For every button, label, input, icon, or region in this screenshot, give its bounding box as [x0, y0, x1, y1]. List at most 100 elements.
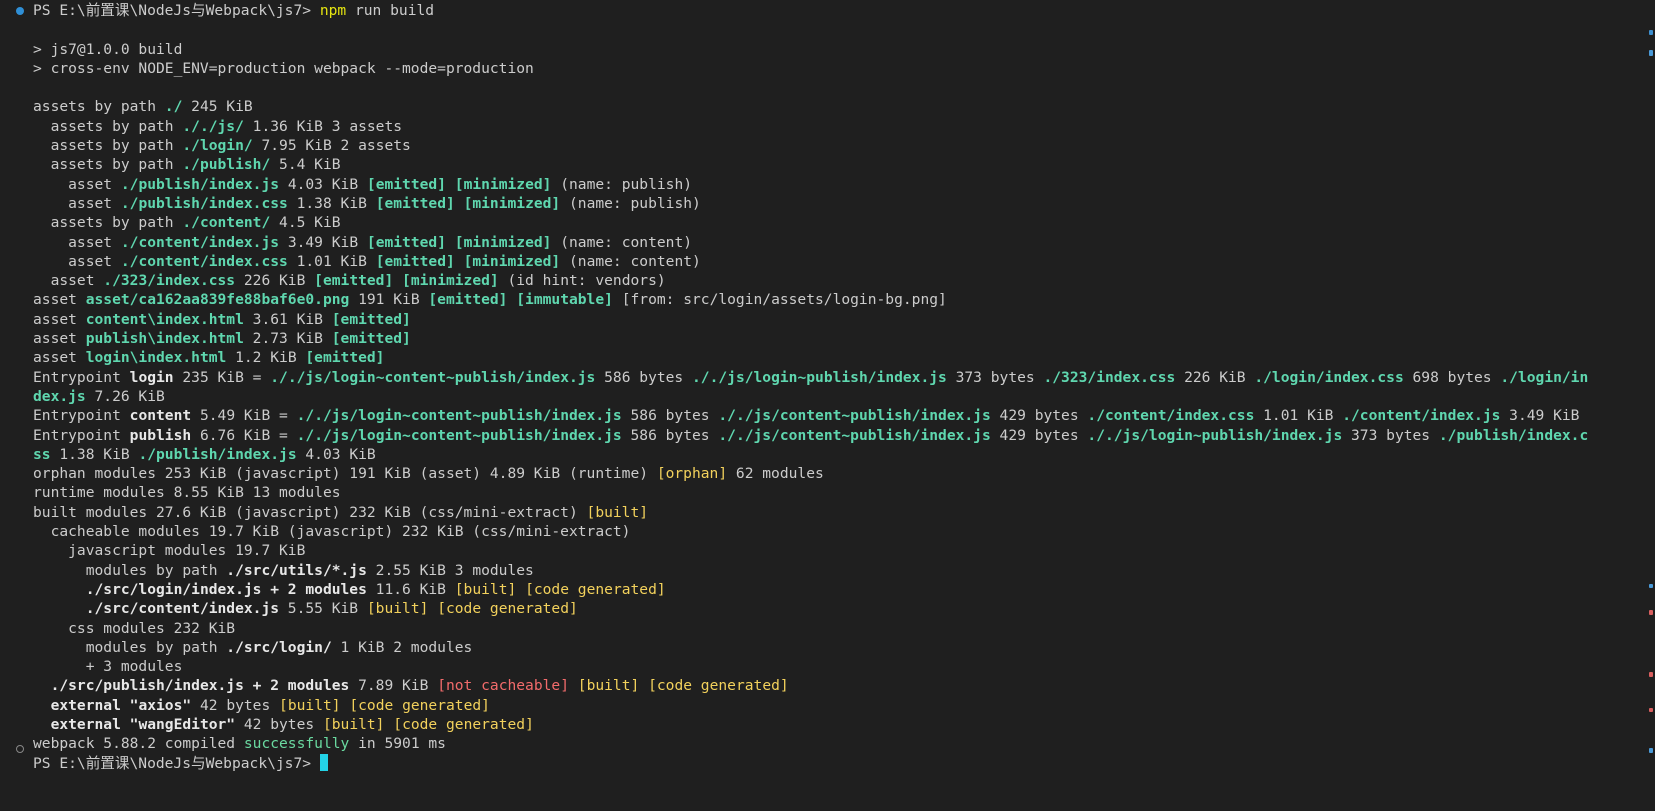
path-text: ./ — [1087, 426, 1105, 444]
path-text: [immutable] — [516, 291, 613, 309]
output-text: 6.76 KiB = — [191, 426, 297, 444]
output-text: modules by path — [33, 638, 227, 656]
terminal-line: assets by path ././js/ 1.36 KiB 3 assets — [33, 117, 1615, 136]
terminal-cursor[interactable] — [319, 753, 328, 771]
path-text: [emitted] — [305, 349, 385, 367]
module-name: ./src/content/index.js — [85, 600, 280, 618]
output-text: > js7@1.0.0 build — [33, 40, 183, 58]
output-text: 235 KiB = — [173, 368, 271, 386]
output-text: 1.01 KiB — [287, 252, 376, 270]
output-text: 62 modules — [727, 465, 824, 483]
terminal-line: built modules 27.6 KiB (javascript) 232 … — [33, 503, 1615, 522]
output-text: 42 bytes — [191, 696, 280, 714]
path-text: [emitted] — [428, 291, 508, 309]
output-text: 4.5 KiB — [270, 214, 341, 232]
terminal-line: PS E:\前置课\NodeJs与Webpack\js7> npm run bu… — [33, 1, 1615, 20]
path-text: ./js/content~publish/index.js — [735, 407, 991, 425]
terminal-line: asset publish\index.html 2.73 KiB [emitt… — [33, 329, 1615, 348]
output-text: 698 bytes — [1403, 368, 1501, 386]
path-text: ./js/login~publish/index.js — [1105, 426, 1343, 444]
terminal-line: dex.js 7.26 KiB — [33, 387, 1615, 406]
output-text: run build — [346, 2, 435, 19]
path-text: [emitted] — [331, 310, 411, 328]
output-text: 5.4 KiB — [270, 156, 341, 174]
path-text: ./content/index.css — [1087, 407, 1255, 425]
output-text: cacheable modules 19.7 KiB (javascript) … — [33, 523, 631, 541]
path-text: ./323/index.css — [1043, 368, 1176, 386]
path-text: ./content/index.js — [1342, 407, 1501, 425]
module-name: ./src/login/ — [226, 638, 332, 656]
output-text: 2.55 KiB 3 modules — [366, 561, 534, 579]
path-text: ./ — [692, 368, 710, 386]
status-tag: [built] — [454, 580, 517, 598]
terminal-line: Entrypoint publish 6.76 KiB = ././js/log… — [33, 426, 1615, 445]
path-text: [emitted] — [375, 194, 455, 212]
output-text: PS E:\前置课\NodeJs与Webpack\js7> — [33, 754, 320, 772]
terminal-line: > cross-env NODE_ENV=production webpack … — [33, 59, 1615, 78]
terminal-line: ./src/content/index.js 5.55 KiB [built] … — [33, 599, 1615, 618]
output-text: (name: publish) — [551, 175, 693, 193]
terminal-line: asset login\index.html 1.2 KiB [emitted] — [33, 348, 1615, 367]
terminal-line: css modules 232 KiB — [33, 619, 1615, 638]
output-text: 245 KiB — [182, 98, 253, 116]
output-text: (name: content) — [551, 233, 693, 251]
terminal-line: assets by path ./ 245 KiB — [33, 97, 1615, 116]
path-text: [emitted] — [366, 233, 446, 251]
scrollbar-marker — [1649, 610, 1653, 615]
terminal-line: external "axios" 42 bytes [built] [code … — [33, 696, 1615, 715]
output-text: 4.03 KiB — [279, 175, 367, 193]
scrollbar-marker — [1649, 672, 1653, 677]
module-name: external "axios" — [50, 696, 192, 714]
module-name: external "wangEditor" — [50, 715, 236, 733]
status-tag: [orphan] — [656, 465, 728, 483]
output-text: assets by path — [33, 214, 183, 232]
success-text: successfully — [243, 735, 350, 753]
terminal-line: asset ./content/index.js 3.49 KiB [emitt… — [33, 233, 1615, 252]
terminal-window[interactable]: PS E:\前置课\NodeJs与Webpack\js7> npm run bu… — [0, 0, 1655, 811]
terminal-line: javascript modules 19.7 KiB — [33, 541, 1615, 560]
terminal-output[interactable]: PS E:\前置课\NodeJs与Webpack\js7> npm run bu… — [33, 1, 1615, 773]
output-text: 429 bytes — [990, 426, 1088, 444]
command-success-decoration-icon[interactable] — [16, 7, 24, 15]
path-text: ./js/content~publish/index.js — [735, 426, 991, 444]
output-text: 5.55 KiB — [279, 600, 367, 618]
terminal-line: orphan modules 253 KiB (javascript) 191 … — [33, 464, 1615, 483]
output-text: Entrypoint — [33, 407, 130, 425]
output-text: 4.03 KiB — [296, 445, 376, 463]
scrollbar-marker — [1649, 708, 1653, 712]
scrollbar-marker — [1649, 30, 1653, 35]
status-tag: [code generated] — [648, 677, 789, 695]
output-text: 586 bytes — [621, 426, 719, 444]
status-tag: [code generated] — [349, 696, 490, 714]
terminal-line: external "wangEditor" 42 bytes [built] [… — [33, 715, 1615, 734]
terminal-line: PS E:\前置课\NodeJs与Webpack\js7> — [33, 753, 1615, 773]
path-text: [minimized] — [454, 233, 552, 251]
path-text: ./publish/index.js — [120, 175, 280, 193]
path-text: publish\index.html — [85, 330, 244, 348]
path-text: ./publish/index.js — [138, 445, 297, 463]
terminal-line: + 3 modules — [33, 657, 1615, 676]
output-text: assets by path — [33, 117, 183, 135]
terminal-scrollbar[interactable] — [1643, 0, 1655, 811]
path-text: ./login/in — [1500, 368, 1589, 386]
output-text: assets by path — [33, 156, 183, 174]
output-text: 586 bytes — [621, 407, 719, 425]
terminal-line: asset ./publish/index.css 1.38 KiB [emit… — [33, 194, 1615, 213]
command-pending-decoration-icon[interactable] — [16, 745, 24, 753]
output-text: 1 KiB 2 modules — [331, 638, 473, 656]
output-text: 5.49 KiB = — [191, 407, 297, 425]
terminal-line: asset ./publish/index.js 4.03 KiB [emitt… — [33, 175, 1615, 194]
warning-tag: [not cacheable] — [437, 677, 569, 695]
terminal-line: assets by path ./login/ 7.95 KiB 2 asset… — [33, 136, 1615, 155]
module-name: ./src/utils/*.js — [226, 561, 367, 579]
output-text: 3.49 KiB — [1500, 407, 1580, 425]
output-text: 7.26 KiB — [85, 387, 165, 405]
